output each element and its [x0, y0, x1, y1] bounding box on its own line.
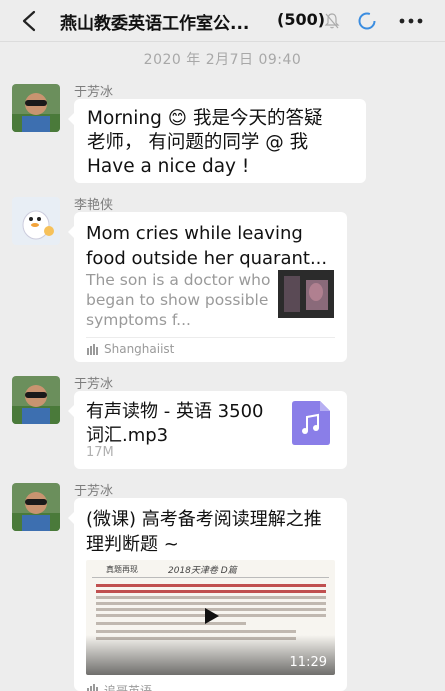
sender-name: 于芳冰 — [74, 484, 114, 499]
source-icon — [87, 344, 98, 355]
article-thumbnail — [278, 270, 334, 318]
article-card[interactable]: Mom cries while leaving food outside her… — [68, 212, 347, 362]
bell-mute-icon — [324, 13, 340, 29]
video-duration: 11:29 — [289, 655, 327, 670]
chat-header: 燕山教委英语工作室公... (500) — [0, 0, 445, 42]
thumb-text-line — [96, 596, 326, 599]
avatar[interactable] — [12, 483, 60, 531]
ellipsis-icon[interactable] — [398, 12, 424, 30]
article-title: Mom cries while leaving food outside her… — [86, 223, 328, 269]
avatar[interactable] — [12, 376, 60, 424]
article-description: The son is a doctor who began to show po… — [86, 271, 271, 329]
file-size: 17M — [86, 445, 114, 460]
play-icon[interactable] — [204, 607, 220, 625]
thumb-text-line — [96, 602, 326, 605]
thumb-rule — [92, 577, 329, 578]
video-thumb-heading: 真题再现 — [106, 565, 138, 574]
video-thumbnail[interactable]: 真题再现 2018天津卷 D篇 11:29 — [86, 560, 335, 675]
member-count: (500) — [277, 10, 326, 29]
chat-title[interactable]: 燕山教委英语工作室公... — [60, 9, 249, 34]
message-line: Morning 😊 我是今天的答疑 — [87, 108, 323, 129]
thumb-text-line — [96, 590, 326, 593]
source-icon — [87, 684, 98, 691]
sender-name: 于芳冰 — [74, 85, 114, 100]
divider — [86, 337, 335, 338]
article-source: Shanghaiist — [104, 342, 175, 356]
avatar-photo — [12, 84, 60, 132]
avatar-cartoon — [12, 197, 60, 245]
thumb-text-line — [96, 622, 246, 625]
video-message[interactable]: (微课) 高考备考阅读理解之推理判断题 ~ 真题再现 2018天津卷 D篇 11… — [68, 498, 347, 691]
avatar-photo — [12, 483, 60, 531]
thumb-text-line — [96, 584, 326, 587]
sender-name: 李艳侠 — [74, 198, 114, 213]
loading-ring-icon — [358, 12, 376, 30]
chevron-left-icon[interactable] — [18, 8, 42, 34]
thumb-text-line — [96, 630, 296, 633]
avatar[interactable] — [12, 84, 60, 132]
video-source: 追哥英语 — [104, 684, 153, 691]
file-name: 有声读物 - 英语 3500 词汇.mp3 — [86, 401, 264, 446]
avatar[interactable] — [12, 197, 60, 245]
message-line: Have a nice day ! — [87, 156, 250, 177]
sender-name: 于芳冰 — [74, 377, 114, 392]
music-note-icon — [292, 401, 330, 445]
file-message[interactable]: 有声读物 - 英语 3500 词汇.mp3 17M — [68, 391, 347, 469]
text-message[interactable]: Morning 😊 我是今天的答疑 老师， 有问题的同学 @ 我 Have a … — [68, 99, 366, 183]
message-timestamp: 2020 年 2月7日 09:40 — [143, 52, 302, 68]
video-title: (微课) 高考备考阅读理解之推理判断题 ~ — [86, 509, 322, 555]
avatar-photo — [12, 376, 60, 424]
video-thumb-subheading: 2018天津卷 D篇 — [168, 566, 237, 576]
message-line: 老师， 有问题的同学 @ 我 — [87, 132, 309, 153]
